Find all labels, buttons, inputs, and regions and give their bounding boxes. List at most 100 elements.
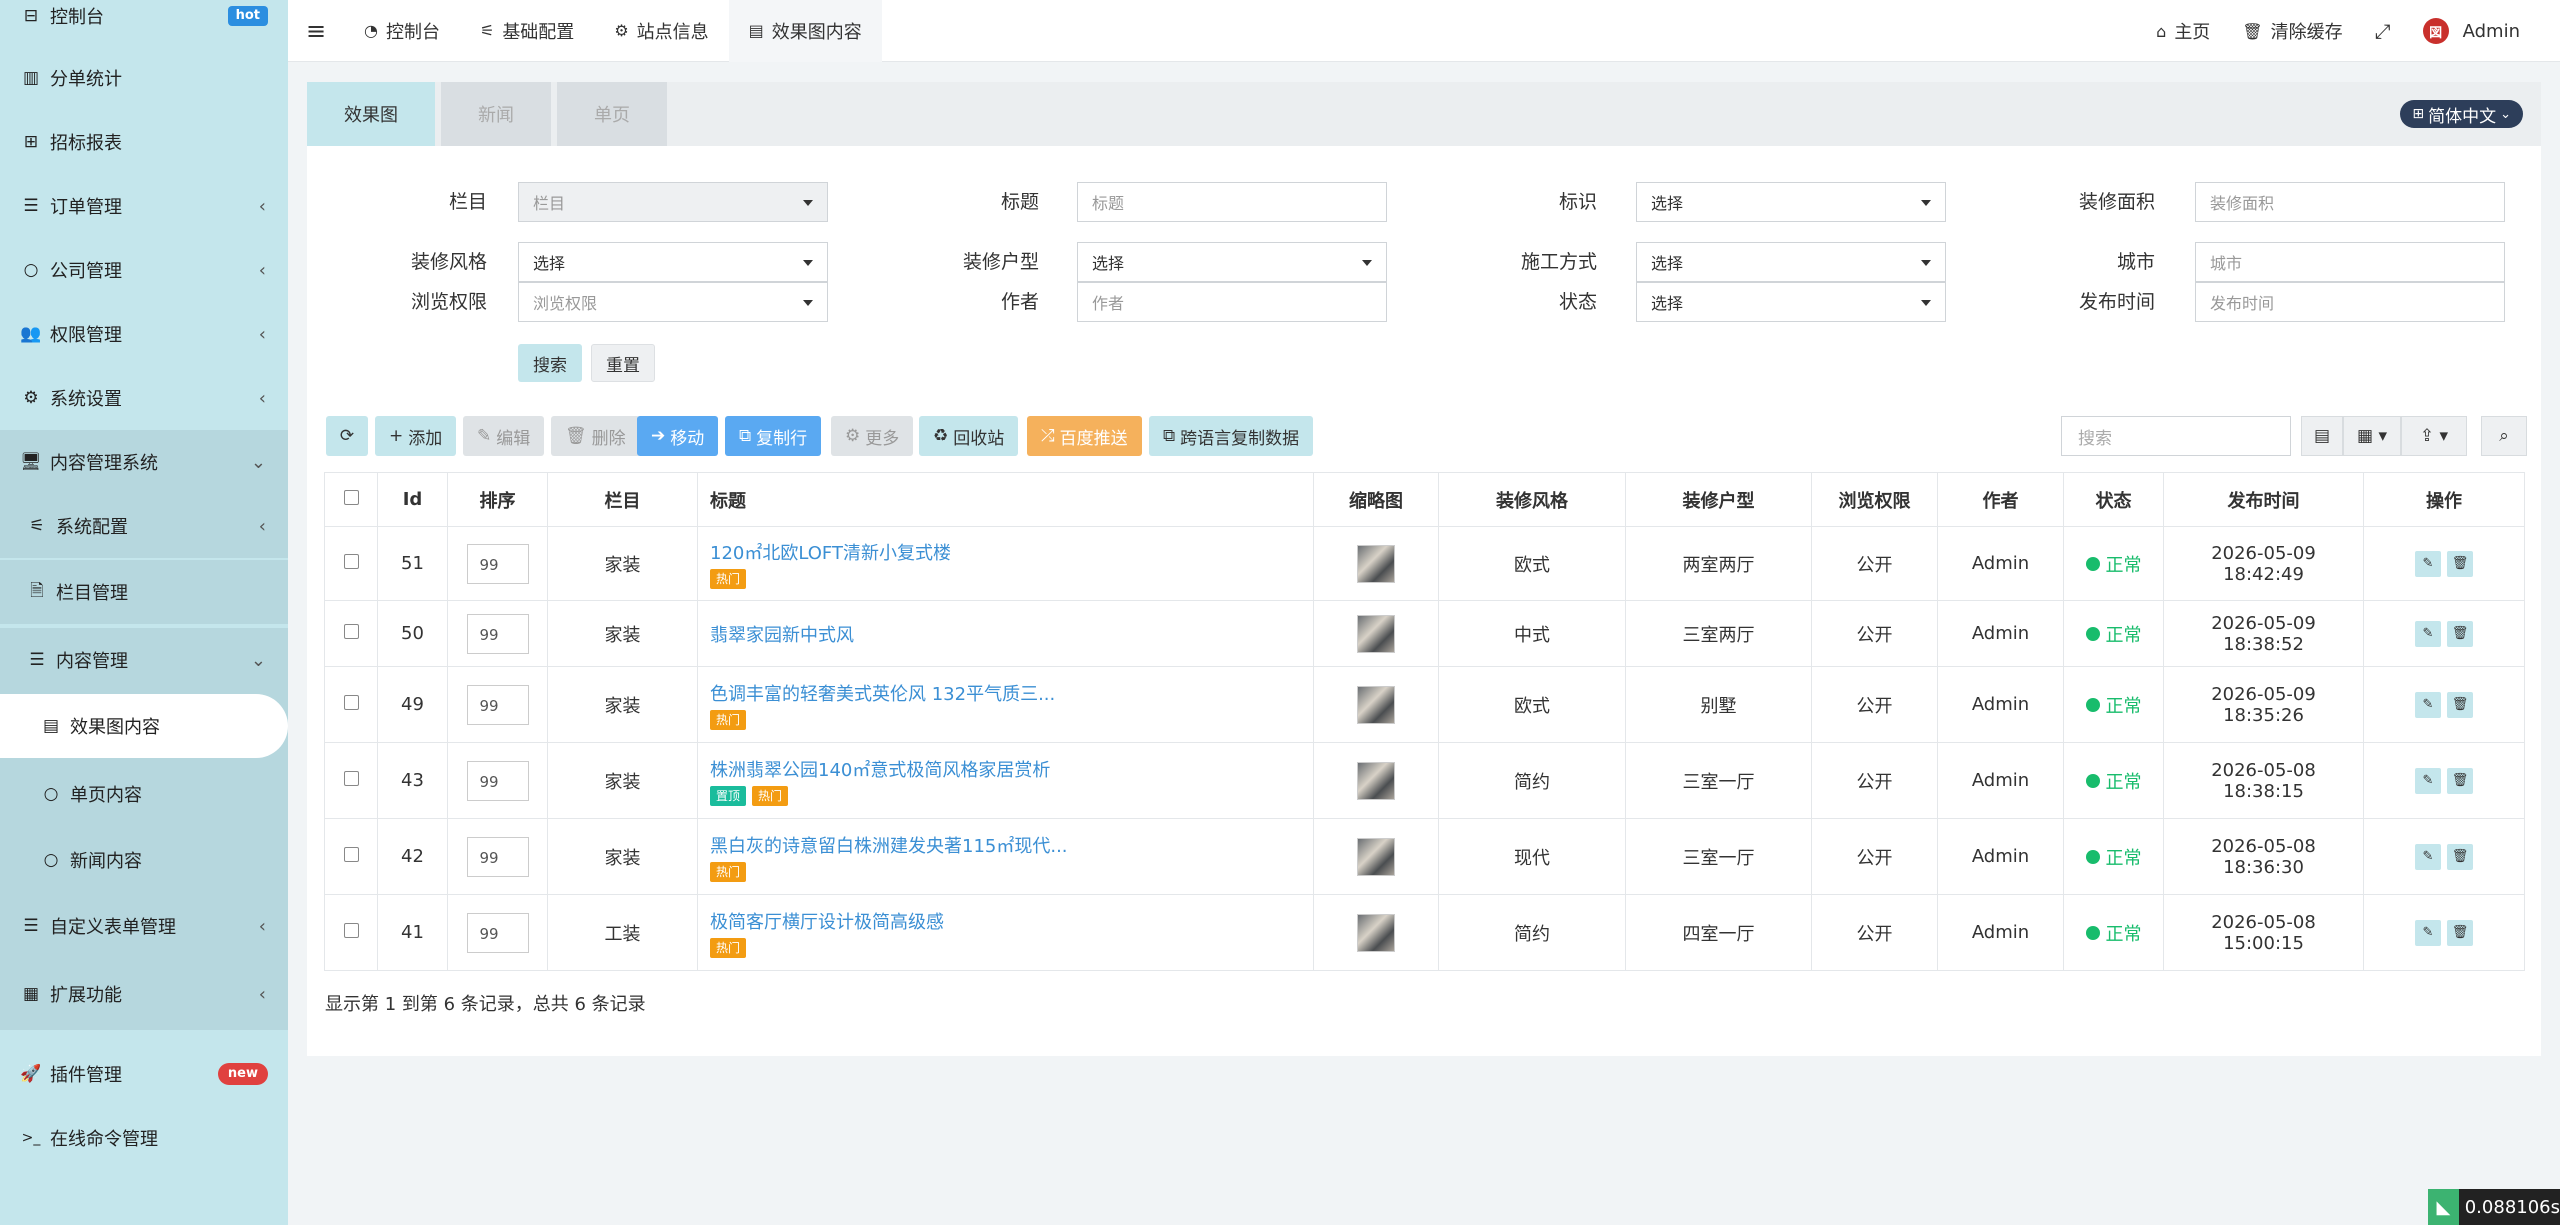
title-link[interactable]: 极简客厅横厅设计极简高级感 bbox=[710, 908, 1307, 934]
menu-toggle-button[interactable]: ≡ bbox=[288, 0, 344, 62]
select-all-checkbox[interactable] bbox=[324, 472, 378, 527]
sidebar-item-order-stats[interactable]: ▥ 分单统计 bbox=[0, 46, 288, 110]
header-thumbnail[interactable]: 缩略图 bbox=[1313, 472, 1439, 527]
sort-input[interactable]: 99 bbox=[466, 912, 529, 953]
delete-row-button[interactable]: 🗑 bbox=[2447, 843, 2473, 870]
tab-news-list[interactable]: 新闻 bbox=[441, 82, 551, 146]
title-link[interactable]: 翡翠家园新中式风 bbox=[710, 621, 1307, 647]
row-checkbox[interactable] bbox=[324, 818, 378, 895]
status-badge[interactable]: 正常 bbox=[2085, 692, 2142, 718]
row-checkbox[interactable] bbox=[324, 742, 378, 819]
sidebar-item-cms[interactable]: 🖥 内容管理系统 ⌄ bbox=[0, 430, 288, 494]
refresh-button[interactable]: ⟳ bbox=[326, 416, 368, 456]
header-title[interactable]: 标题 bbox=[697, 472, 1314, 527]
fullscreen-button[interactable]: ⤢ bbox=[2359, 0, 2407, 62]
header-status[interactable]: 状态 bbox=[2063, 472, 2164, 527]
filter-area-input[interactable]: 装修面积 bbox=[2195, 182, 2505, 222]
tab-site-info[interactable]: ⚙ 站点信息 bbox=[594, 0, 728, 62]
status-badge[interactable]: 正常 bbox=[2085, 621, 2142, 647]
sidebar-item-orders[interactable]: ☰ 订单管理 ‹ bbox=[0, 174, 288, 238]
status-badge[interactable]: 正常 bbox=[2085, 768, 2142, 794]
filter-author-input[interactable]: 作者 bbox=[1077, 282, 1387, 322]
filter-tag-select[interactable]: 选择 bbox=[1636, 182, 1946, 222]
tab-single-page-list[interactable]: 单页 bbox=[557, 82, 667, 146]
filter-city-input[interactable]: 城市 bbox=[2195, 242, 2505, 282]
sort-input[interactable]: 99 bbox=[466, 684, 529, 725]
move-button[interactable]: ➔ 移动 bbox=[637, 416, 719, 456]
sidebar-item-online-command[interactable]: >_ 在线命令管理 bbox=[0, 1106, 288, 1170]
sidebar-item-columns[interactable]: 🗎 栏目管理 bbox=[0, 560, 288, 624]
tab-renderings-list[interactable]: 效果图 bbox=[307, 82, 435, 146]
advanced-search-button[interactable]: ⌕ bbox=[2481, 416, 2527, 456]
thumbnail-image[interactable] bbox=[1357, 544, 1395, 583]
table-search-input[interactable]: 搜索 bbox=[2061, 416, 2291, 456]
thumbnail-image[interactable] bbox=[1357, 685, 1395, 724]
row-checkbox[interactable] bbox=[324, 526, 378, 601]
title-link[interactable]: 株洲翡翠公园140㎡意式极简风格家居赏析 bbox=[710, 756, 1307, 782]
home-link[interactable]: ⌂ 主页 bbox=[2140, 0, 2226, 62]
sidebar-item-system-config[interactable]: ⚟ 系统配置 ‹ bbox=[0, 494, 288, 558]
search-button[interactable]: 搜索 bbox=[518, 344, 582, 382]
filter-column-select[interactable]: 栏目 bbox=[518, 182, 828, 222]
delete-button[interactable]: 🗑 删除 bbox=[551, 416, 640, 456]
sidebar-item-permissions[interactable]: 👥 权限管理 ‹ bbox=[0, 302, 288, 366]
header-permission[interactable]: 浏览权限 bbox=[1811, 472, 1938, 527]
status-badge[interactable]: 正常 bbox=[2085, 844, 2142, 870]
delete-row-button[interactable]: 🗑 bbox=[2447, 767, 2473, 794]
filter-publish-time-input[interactable]: 发布时间 bbox=[2195, 282, 2505, 322]
edit-row-button[interactable]: ✎ bbox=[2415, 550, 2441, 577]
delete-row-button[interactable]: 🗑 bbox=[2447, 919, 2473, 946]
title-link[interactable]: 黑白灰的诗意留白株洲建发央著115㎡现代... bbox=[710, 832, 1307, 858]
row-checkbox[interactable] bbox=[324, 666, 378, 743]
sidebar-item-bid-report[interactable]: ⊞ 招标报表 bbox=[0, 110, 288, 174]
sidebar-item-renderings[interactable]: ▤ 效果图内容 bbox=[0, 694, 288, 758]
sidebar-item-custom-forms[interactable]: ☰ 自定义表单管理 ‹ bbox=[0, 894, 288, 958]
copy-row-button[interactable]: ⧉ 复制行 bbox=[725, 416, 822, 456]
header-column[interactable]: 栏目 bbox=[547, 472, 698, 527]
delete-row-button[interactable]: 🗑 bbox=[2447, 620, 2473, 647]
title-link[interactable]: 色调丰富的轻奢美式英伦风 132平气质三... bbox=[710, 680, 1307, 706]
tab-dashboard[interactable]: ◔ 控制台 bbox=[344, 0, 460, 62]
sidebar-item-single-page[interactable]: ○ 单页内容 bbox=[0, 762, 288, 826]
export-button[interactable]: ⇪ ▾ bbox=[2401, 416, 2467, 456]
tab-basic-config[interactable]: ⚟ 基础配置 bbox=[460, 0, 594, 62]
clear-cache-button[interactable]: 🗑 清除缓存 bbox=[2226, 0, 2358, 62]
sidebar-item-dashboard[interactable]: ⊟ 控制台 hot bbox=[0, 0, 288, 48]
sidebar-item-extensions[interactable]: ▦ 扩展功能 ‹ bbox=[0, 958, 288, 1030]
sidebar-item-content[interactable]: ☰ 内容管理 ⌄ bbox=[0, 628, 288, 692]
edit-row-button[interactable]: ✎ bbox=[2415, 919, 2441, 946]
row-checkbox[interactable] bbox=[324, 894, 378, 971]
filter-construction-select[interactable]: 选择 bbox=[1636, 242, 1946, 282]
sort-input[interactable]: 99 bbox=[466, 613, 529, 654]
baidu-push-button[interactable]: ⤮ 百度推送 bbox=[1027, 416, 1142, 456]
row-checkbox[interactable] bbox=[324, 600, 378, 667]
thumbnail-image[interactable] bbox=[1357, 761, 1395, 800]
header-layout[interactable]: 装修户型 bbox=[1625, 472, 1812, 527]
sort-input[interactable]: 99 bbox=[466, 760, 529, 801]
filter-style-select[interactable]: 选择 bbox=[518, 242, 828, 282]
edit-button[interactable]: ✎ 编辑 bbox=[463, 416, 545, 456]
cross-language-copy-button[interactable]: ⧉ 跨语言复制数据 bbox=[1149, 416, 1314, 456]
sidebar-item-news[interactable]: ○ 新闻内容 bbox=[0, 826, 288, 894]
sidebar-item-plugins[interactable]: 🚀 插件管理 new bbox=[0, 1042, 288, 1106]
header-id[interactable]: Id bbox=[377, 472, 448, 527]
thumbnail-image[interactable] bbox=[1357, 913, 1395, 952]
delete-row-button[interactable]: 🗑 bbox=[2447, 550, 2473, 577]
thumbnail-image[interactable] bbox=[1357, 837, 1395, 876]
language-selector[interactable]: ⊞ 简体中文 ⌄ bbox=[2400, 100, 2523, 128]
edit-row-button[interactable]: ✎ bbox=[2415, 843, 2441, 870]
columns-button[interactable]: ▦ ▾ bbox=[2343, 416, 2401, 456]
filter-title-input[interactable]: 标题 bbox=[1077, 182, 1387, 222]
sidebar-item-company[interactable]: ○ 公司管理 ‹ bbox=[0, 238, 288, 302]
filter-layout-select[interactable]: 选择 bbox=[1077, 242, 1387, 282]
status-badge[interactable]: 正常 bbox=[2085, 920, 2142, 946]
user-menu[interactable]: 図 Admin bbox=[2407, 0, 2560, 62]
add-button[interactable]: + 添加 bbox=[375, 416, 457, 456]
edit-row-button[interactable]: ✎ bbox=[2415, 620, 2441, 647]
header-publish-time[interactable]: 发布时间 bbox=[2163, 472, 2364, 527]
thumbnail-image[interactable] bbox=[1357, 614, 1395, 653]
header-sort[interactable]: 排序 bbox=[447, 472, 548, 527]
status-badge[interactable]: 正常 bbox=[2085, 551, 2142, 577]
title-link[interactable]: 120㎡北欧LOFT清新小复式楼 bbox=[710, 539, 1307, 565]
header-style[interactable]: 装修风格 bbox=[1438, 472, 1626, 527]
